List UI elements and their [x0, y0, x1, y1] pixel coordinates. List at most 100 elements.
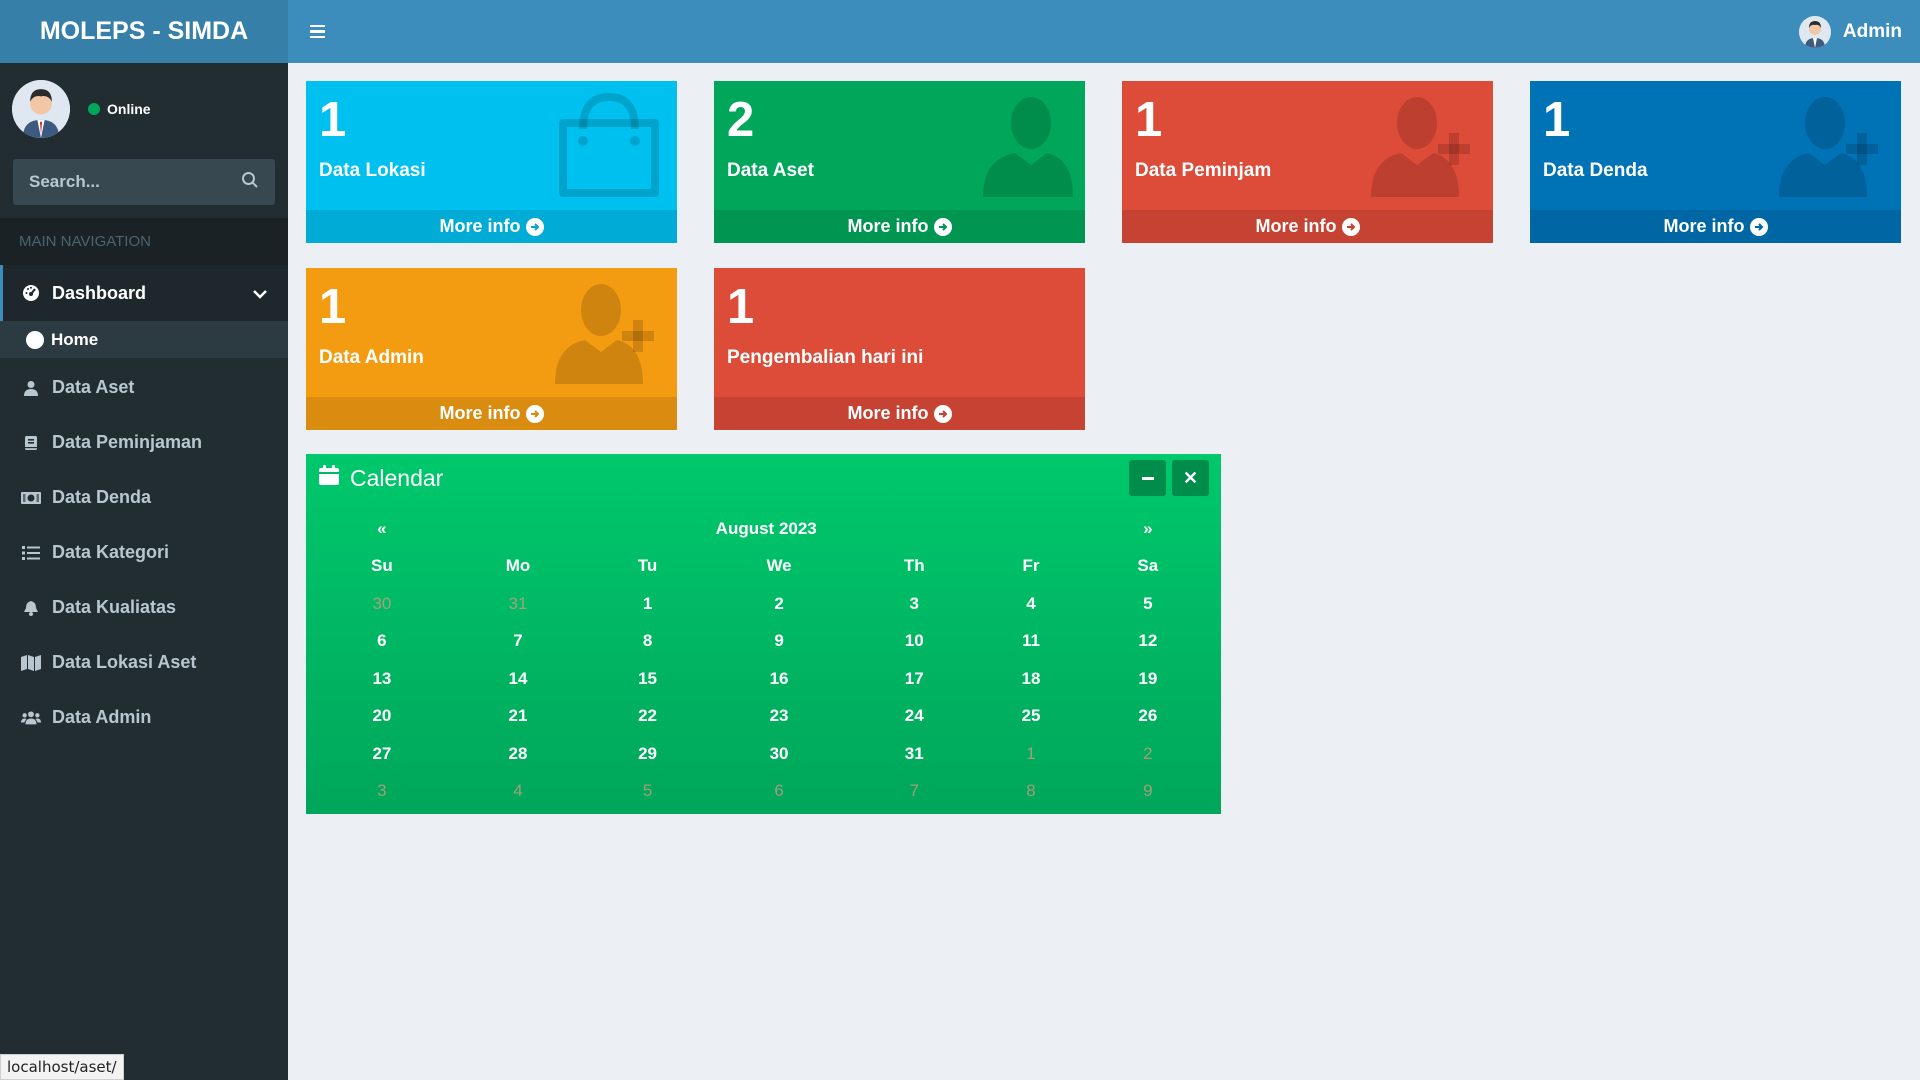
online-status: Online	[88, 101, 151, 117]
arrow-circle-right-icon	[933, 404, 952, 423]
brand-logo[interactable]: MOLEPS - SIMDA	[0, 0, 288, 63]
calendar-day[interactable]: 10	[853, 623, 975, 661]
sidebar-item-dashboard[interactable]: Dashboard	[0, 265, 288, 321]
users-icon	[21, 708, 41, 728]
calendar-day[interactable]: 12	[1087, 623, 1209, 661]
calendar-day[interactable]: 1	[975, 735, 1086, 773]
weekday-label: Mo	[505, 556, 531, 576]
calendar-day[interactable]: 16	[705, 660, 853, 698]
user-menu[interactable]: Admin	[1798, 15, 1902, 48]
more-info-link[interactable]: More info	[306, 210, 677, 243]
calendar-day[interactable]: 15	[590, 660, 705, 698]
sidebar-item-data-aset[interactable]: Data Aset	[0, 360, 288, 415]
sidebar-item-data-denda[interactable]: Data Denda	[0, 470, 288, 525]
sidebar-toggle-icon[interactable]	[310, 24, 325, 39]
more-info-label: More info	[847, 216, 929, 236]
nav-header: MAIN NAVIGATION	[0, 218, 288, 265]
more-info-label: More info	[439, 403, 521, 423]
more-info-link[interactable]: More info	[714, 210, 1085, 243]
more-info-link[interactable]: More info	[1530, 210, 1901, 243]
chevron-down-icon	[252, 283, 268, 304]
info-box-data-denda: 1 Data Denda More info	[1530, 81, 1901, 243]
calendar-day[interactable]: 7	[853, 773, 975, 811]
info-box-data-admin: 1 Data Admin More info	[306, 268, 677, 430]
prev-month-button[interactable]: «	[318, 510, 446, 548]
calendar-day[interactable]: 17	[853, 660, 975, 698]
calendar-day[interactable]: 18	[975, 660, 1086, 698]
user-icon	[21, 378, 41, 398]
search-icon[interactable]	[241, 171, 259, 194]
calendar-day[interactable]: 8	[590, 623, 705, 661]
calendar-day[interactable]: 23	[705, 698, 853, 736]
sidebar-item-data-lokasi-aset[interactable]: Data Lokasi Aset	[0, 635, 288, 690]
next-month-button[interactable]: »	[1087, 510, 1209, 548]
calendar-day[interactable]: 9	[705, 623, 853, 661]
more-info-link[interactable]: More info	[714, 397, 1085, 430]
dashboard-icon	[21, 283, 41, 303]
sidebar-item-label: Data Peminjaman	[52, 432, 203, 452]
month-title[interactable]: August 2023	[446, 510, 1087, 548]
collapse-button[interactable]	[1129, 460, 1166, 496]
calendar-day[interactable]: 29	[590, 735, 705, 773]
calendar-grid: «August 2023» Su Mo Tu We Th Fr Sa 30 31 1 2 3 4 5 6 7 8 9…	[318, 510, 1209, 810]
info-box-data-lokasi: 1 Data Lokasi More info	[306, 81, 677, 243]
calendar-day[interactable]: 3	[853, 585, 975, 623]
weekday-label: Fr	[1022, 556, 1040, 576]
calendar-day[interactable]: 19	[1087, 660, 1209, 698]
navbar: Admin	[288, 0, 1920, 63]
calendar-day[interactable]: 27	[318, 735, 446, 773]
calendar-day[interactable]: 30	[318, 585, 446, 623]
calendar-day[interactable]: 28	[446, 735, 590, 773]
more-info-label: More info	[1255, 216, 1337, 236]
calendar-day[interactable]: 5	[1087, 585, 1209, 623]
sidebar-item-home[interactable]: Home	[0, 321, 288, 358]
calendar-day[interactable]: 25	[975, 698, 1086, 736]
sidebar-item-label: Data Admin	[52, 707, 152, 727]
more-info-label: More info	[439, 216, 521, 236]
arrow-circle-right-icon	[525, 404, 544, 423]
sidebar-item-data-kualiatas[interactable]: Data Kualiatas	[0, 580, 288, 635]
calendar-day[interactable]: 5	[590, 773, 705, 811]
calendar-day[interactable]: 13	[318, 660, 446, 698]
calendar-day[interactable]: 20	[318, 698, 446, 736]
close-button[interactable]: ✕	[1172, 460, 1209, 496]
sidebar-item-label: Dashboard	[52, 282, 147, 303]
calendar-day[interactable]: 30	[705, 735, 853, 773]
calendar-day[interactable]: 22	[590, 698, 705, 736]
calendar-icon	[318, 464, 340, 492]
calendar-day[interactable]: 21	[446, 698, 590, 736]
calendar-title-text: Calendar	[350, 464, 444, 491]
sidebar-item-label: Data Aset	[52, 377, 135, 397]
weekday-label: Th	[903, 556, 925, 576]
calendar-day[interactable]: 4	[446, 773, 590, 811]
calendar-title: Calendar	[318, 464, 443, 492]
more-info-link[interactable]: More info	[1122, 210, 1493, 243]
calendar-day[interactable]: 2	[1087, 735, 1209, 773]
calendar-day[interactable]: 1	[590, 585, 705, 623]
user-plus-icon	[1777, 93, 1889, 202]
calendar-header: Calendar ✕	[306, 454, 1221, 502]
calendar-day[interactable]: 14	[446, 660, 590, 698]
calendar-day[interactable]: 31	[446, 585, 590, 623]
sidebar-item-label: Data Kategori	[52, 542, 170, 562]
calendar-day[interactable]: 2	[705, 585, 853, 623]
money-icon	[21, 488, 41, 508]
week-row: 3456789	[318, 773, 1209, 811]
sidebar-item-data-kategori[interactable]: Data Kategori	[0, 525, 288, 580]
calendar-day[interactable]: 11	[975, 623, 1086, 661]
calendar-day[interactable]: 24	[853, 698, 975, 736]
calendar-day[interactable]: 7	[446, 623, 590, 661]
calendar-day[interactable]: 26	[1087, 698, 1209, 736]
calendar-day[interactable]: 31	[853, 735, 975, 773]
calendar-day[interactable]: 6	[705, 773, 853, 811]
more-info-link[interactable]: More info	[306, 397, 677, 430]
calendar-day[interactable]: 6	[318, 623, 446, 661]
calendar-day[interactable]: 4	[975, 585, 1086, 623]
sidebar-item-data-admin[interactable]: Data Admin	[0, 690, 288, 745]
calendar-day[interactable]: 8	[975, 773, 1086, 811]
calendar-day[interactable]: 9	[1087, 773, 1209, 811]
sidebar-item-data-peminjaman[interactable]: Data Peminjaman	[0, 415, 288, 470]
search-input[interactable]	[29, 172, 219, 192]
calendar-day[interactable]: 3	[318, 773, 446, 811]
week-row: 20 21 22 23 24 25 26	[318, 698, 1209, 736]
